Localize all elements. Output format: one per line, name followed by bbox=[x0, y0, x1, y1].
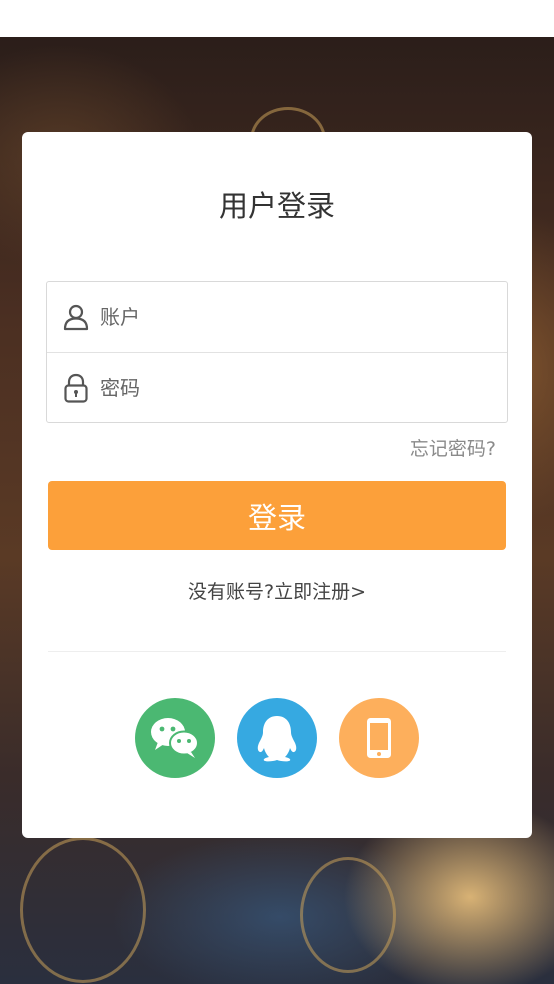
forgot-password-link[interactable]: 忘记密码? bbox=[410, 434, 496, 464]
login-form bbox=[46, 281, 508, 423]
wechat-icon bbox=[151, 718, 199, 758]
page-title: 用户登录 bbox=[218, 189, 335, 223]
lock-icon bbox=[64, 373, 88, 403]
phone-login-button[interactable] bbox=[339, 698, 419, 778]
password-field-row bbox=[47, 353, 507, 422]
qq-login-button[interactable] bbox=[237, 698, 317, 778]
wechat-login-button[interactable] bbox=[135, 698, 215, 778]
register-prompt-row: 没有账号?立即注册> bbox=[0, 577, 554, 607]
register-prompt: 没有账号? bbox=[187, 581, 275, 603]
background-ornament bbox=[300, 857, 396, 973]
phone-icon bbox=[367, 718, 391, 758]
user-icon bbox=[63, 304, 89, 331]
account-field-row bbox=[47, 282, 507, 353]
background-ornament bbox=[20, 837, 146, 983]
password-input[interactable] bbox=[100, 375, 480, 400]
login-button[interactable]: 登录 bbox=[48, 481, 506, 550]
divider bbox=[48, 651, 506, 652]
top-bar bbox=[0, 0, 554, 37]
account-input[interactable] bbox=[100, 305, 480, 329]
qq-icon bbox=[257, 716, 297, 762]
register-link[interactable]: 立即注册> bbox=[274, 581, 366, 603]
